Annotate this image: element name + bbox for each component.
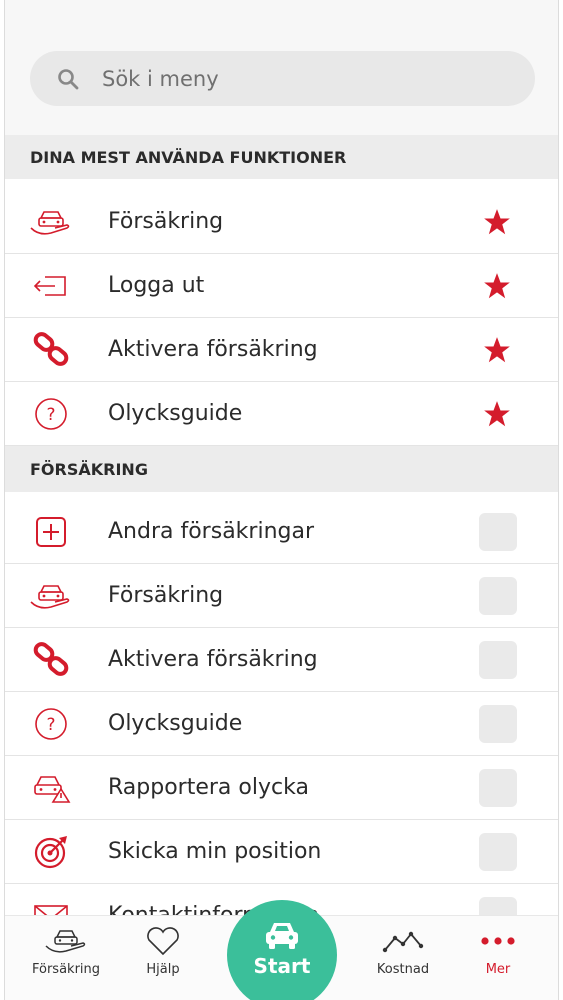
start-label: Start [253,954,311,978]
hand-car-icon [29,578,73,614]
line-chart-icon [382,931,424,953]
menu-item-label: Skicka min position [108,839,322,864]
menu-item-label: Aktivera försäkring [108,337,318,362]
search-area [5,0,558,135]
search-box[interactable] [30,51,535,106]
section-header-forsakring: FÖRSÄKRING [5,446,558,492]
car-icon [266,923,298,949]
section-title: DINA MEST ANVÄNDA FUNKTIONER [30,147,347,167]
favorite-checkbox[interactable] [479,576,517,615]
favorite-checkbox[interactable] [479,512,517,551]
tab-label: Kostnad [376,962,430,977]
more-dots-icon [481,937,515,945]
tab-label: Hjälp [146,962,180,977]
menu-item-label: Logga ut [108,273,205,298]
link-icon [29,331,73,368]
logout-icon [29,268,73,304]
star-icon[interactable] [483,336,511,364]
menu-item-label: Försäkring [108,583,224,608]
menu-item-label: Försäkring [108,209,224,234]
star-icon[interactable] [483,400,511,428]
car-warning-icon [29,770,73,806]
menu-item-label: Andra försäkringar [108,519,315,544]
star-icon[interactable] [483,272,511,300]
favorite-checkbox[interactable] [479,832,517,871]
tab-kostnad[interactable]: Kostnad [358,926,448,977]
tab-mer[interactable]: Mer [453,926,543,977]
menu-item-olycksguide[interactable]: ? Olycksguide [5,692,558,756]
start-button[interactable]: Start [227,900,337,1000]
menu-item-forsakring-fav[interactable]: Försäkring [5,190,558,254]
svg-text:?: ? [46,715,55,735]
menu-item-andra-forsakringar[interactable]: Andra försäkringar [5,500,558,564]
hand-car-icon [45,930,86,953]
tab-label: Försäkring [31,962,101,977]
tab-label: Mer [485,962,511,977]
menu-screen: DINA MEST ANVÄNDA FUNKTIONER Försäkring … [4,0,559,1000]
heart-icon [147,927,179,956]
menu-item-aktivera-fav[interactable]: Aktivera försäkring [5,318,558,382]
link-icon [29,641,73,678]
favorite-checkbox[interactable] [479,640,517,679]
tab-hjalp[interactable]: Hjälp [118,926,208,977]
section-header-favorites: DINA MEST ANVÄNDA FUNKTIONER [5,135,558,179]
menu-item-label: Aktivera försäkring [108,647,318,672]
favorite-checkbox[interactable] [479,768,517,807]
menu-item-label: Rapportera olycka [108,775,309,800]
search-icon [58,68,79,89]
menu-item-olycksguide-fav[interactable]: ? Olycksguide [5,382,558,446]
target-icon [29,834,73,870]
plus-box-icon [29,514,73,550]
question-icon: ? [29,706,73,742]
section-title: FÖRSÄKRING [30,459,148,479]
star-icon[interactable] [483,208,511,236]
menu-item-logga-ut[interactable]: Logga ut [5,254,558,318]
hand-car-icon [29,204,73,240]
menu-item-label: Olycksguide [108,711,243,736]
svg-text:?: ? [46,405,55,425]
menu-item-aktivera[interactable]: Aktivera försäkring [5,628,558,692]
menu-item-rapportera-olycka[interactable]: Rapportera olycka [5,756,558,820]
menu-item-skicka-position[interactable]: Skicka min position [5,820,558,884]
tab-forsakring[interactable]: Försäkring [21,926,111,977]
menu-item-forsakring[interactable]: Försäkring [5,564,558,628]
menu-item-label: Olycksguide [108,401,243,426]
search-input[interactable] [102,66,482,91]
favorite-checkbox[interactable] [479,704,517,743]
question-icon: ? [29,396,73,432]
